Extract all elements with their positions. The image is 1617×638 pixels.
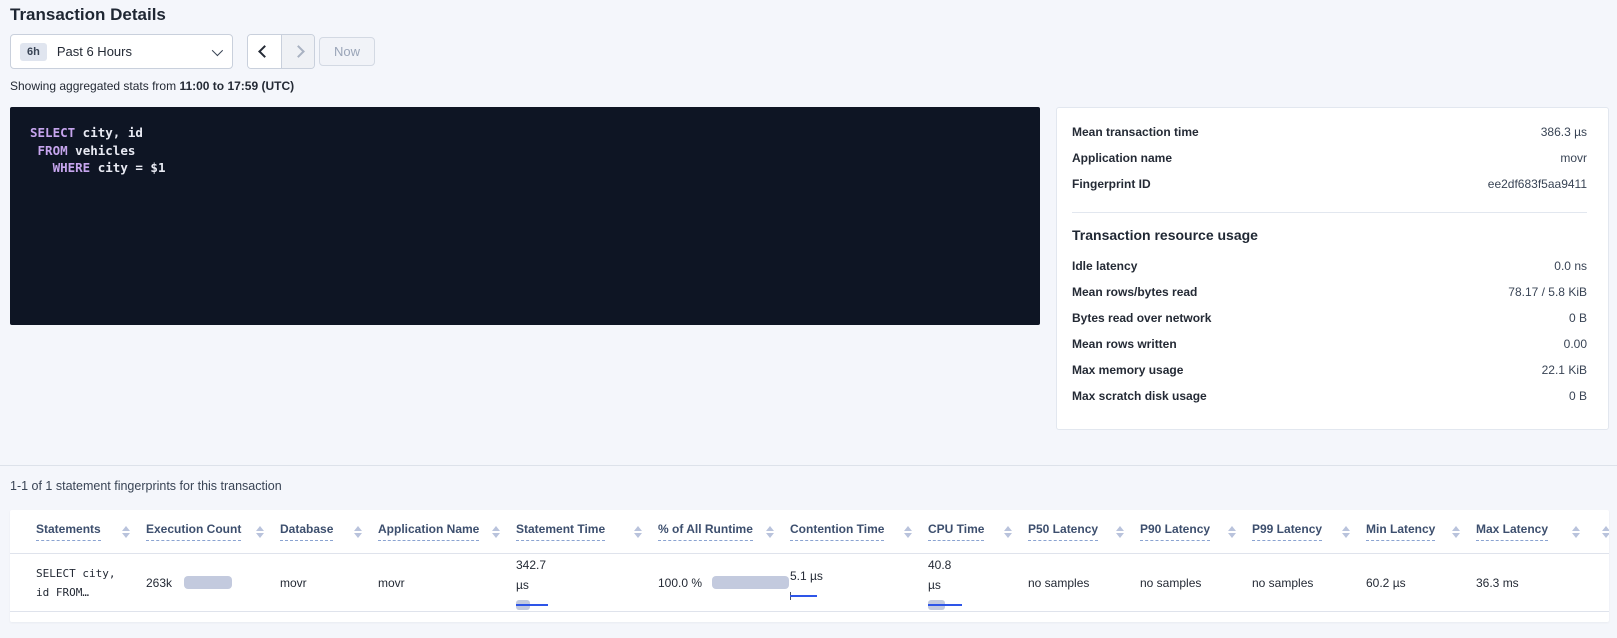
chevron-right-icon xyxy=(292,45,305,58)
table-header-row: Statements Execution Count Database Appl… xyxy=(10,510,1609,554)
sort-icon xyxy=(766,526,774,538)
pct-runtime-bar xyxy=(712,576,789,589)
sort-icon xyxy=(1228,526,1236,538)
stats-range: 11:00 to 17:59 (UTC) xyxy=(179,79,294,93)
aggregated-stats-line: Showing aggregated stats from 11:00 to 1… xyxy=(10,79,294,93)
prev-time-button[interactable] xyxy=(248,35,281,68)
resource-row: Max memory usage 22.1 KiB xyxy=(1072,363,1587,389)
time-nav-group xyxy=(247,34,315,69)
column-header-max-latency[interactable]: Max Latency xyxy=(1476,522,1596,541)
time-range-dropdown[interactable]: 6h Past 6 Hours xyxy=(10,34,233,69)
column-header-min-latency[interactable]: Min Latency xyxy=(1366,522,1476,541)
chevron-down-icon xyxy=(212,44,223,55)
statements-table: Statements Execution Count Database Appl… xyxy=(10,510,1609,622)
sort-icon xyxy=(1452,526,1460,538)
column-header-execution-count[interactable]: Execution Count xyxy=(146,522,280,541)
cell-execution-count: 263k xyxy=(146,576,280,590)
sort-icon xyxy=(256,526,264,538)
summary-divider xyxy=(1072,212,1587,213)
statement-link[interactable]: SELECT city,id FROM… xyxy=(36,564,146,602)
stats-prefix: Showing aggregated stats from xyxy=(10,79,179,93)
summary-row: Mean transaction time 386.3 µs xyxy=(1072,125,1587,151)
resource-row: Idle latency 0.0 ns xyxy=(1072,259,1587,285)
sort-icon xyxy=(1116,526,1124,538)
section-divider xyxy=(0,465,1617,466)
summary-row: Application name movr xyxy=(1072,151,1587,177)
column-header-statement-time[interactable]: Statement Time xyxy=(516,522,658,541)
sql-line: FROM vehicles xyxy=(30,142,1020,160)
sort-icon xyxy=(354,526,362,538)
cell-max-latency: 36.3 ms xyxy=(1476,576,1596,590)
cpu-time-bar xyxy=(928,600,1028,610)
resource-row: Mean rows written 0.00 xyxy=(1072,337,1587,363)
transaction-details-page: Transaction Details 6h Past 6 Hours Now … xyxy=(0,0,1617,638)
sort-icon xyxy=(634,526,642,538)
cell-p99-latency: no samples xyxy=(1252,576,1366,590)
contention-time-bar xyxy=(790,592,818,600)
sort-icon xyxy=(1004,526,1012,538)
column-header-contention-time[interactable]: Contention Time xyxy=(790,522,928,541)
time-range-badge: 6h xyxy=(20,43,47,61)
cell-statement: SELECT city,id FROM… xyxy=(36,564,146,602)
time-range-label: Past 6 Hours xyxy=(57,44,212,59)
sql-line: WHERE city = $1 xyxy=(30,159,1020,177)
column-header-application-name[interactable]: Application Name xyxy=(378,522,516,541)
cell-statement-time: 342.7 µs xyxy=(516,555,658,610)
sort-icon xyxy=(492,526,500,538)
next-time-button[interactable] xyxy=(281,35,314,68)
statement-row: SELECT city,id FROM… 263k movr movr 342.… xyxy=(10,554,1609,612)
column-header-pct-runtime[interactable]: % of All Runtime xyxy=(658,522,790,541)
statements-caption: 1-1 of 1 statement fingerprints for this… xyxy=(10,479,282,493)
chevron-left-icon xyxy=(258,45,271,58)
cell-p50-latency: no samples xyxy=(1028,576,1140,590)
execution-count-bar xyxy=(184,576,232,589)
sort-icon xyxy=(1342,526,1350,538)
resource-row: Bytes read over network 0 B xyxy=(1072,311,1587,337)
resource-row: Mean rows/bytes read 78.17 / 5.8 KiB xyxy=(1072,285,1587,311)
sql-statement-box: SELECT city, id FROM vehicles WHERE city… xyxy=(10,107,1040,325)
summary-row: Fingerprint ID ee2df683f5aa9411 xyxy=(1072,177,1587,203)
cell-contention-time: 5.1 µs xyxy=(790,566,928,600)
resource-row: Max scratch disk usage 0 B xyxy=(1072,389,1587,415)
statement-time-bar xyxy=(516,600,658,610)
cell-cpu-time: 40.8 µs xyxy=(928,555,1028,610)
cell-min-latency: 60.2 µs xyxy=(1366,576,1476,590)
sort-icon xyxy=(1572,526,1580,538)
column-header-cpu-time[interactable]: CPU Time xyxy=(928,522,1028,541)
now-button[interactable]: Now xyxy=(319,37,375,66)
cell-pct-runtime: 100.0 % xyxy=(658,573,790,593)
page-title: Transaction Details xyxy=(10,5,166,25)
column-header-statements[interactable]: Statements xyxy=(36,522,146,541)
sort-icon xyxy=(904,526,912,538)
column-header-database[interactable]: Database xyxy=(280,522,378,541)
cell-p90-latency: no samples xyxy=(1140,576,1252,590)
column-header-p99-latency[interactable]: P99 Latency xyxy=(1252,522,1366,541)
sort-icon-clipped xyxy=(1602,526,1609,538)
cell-application-name: movr xyxy=(378,576,516,590)
column-header-p50-latency[interactable]: P50 Latency xyxy=(1028,522,1140,541)
sql-line: SELECT city, id xyxy=(30,124,1020,142)
column-header-p90-latency[interactable]: P90 Latency xyxy=(1140,522,1252,541)
sort-icon xyxy=(122,526,130,538)
cell-database: movr xyxy=(280,576,378,590)
resource-usage-title: Transaction resource usage xyxy=(1072,227,1587,243)
transaction-summary-card: Mean transaction time 386.3 µs Applicati… xyxy=(1056,107,1609,430)
